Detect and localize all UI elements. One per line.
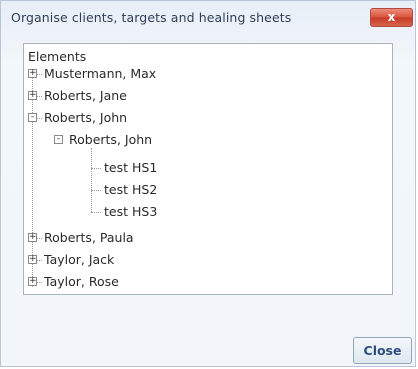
dialog-title: Organise clients, targets and healing sh…: [11, 10, 292, 25]
tree-item-test-hs3[interactable]: test HS3: [104, 204, 157, 220]
tree-connector: [91, 168, 101, 169]
close-button[interactable]: Close: [353, 337, 412, 364]
tree-item-roberts-paula[interactable]: Roberts, Paula: [44, 230, 134, 246]
tree-item-taylor-jack[interactable]: Taylor, Jack: [44, 252, 114, 268]
tree-item-roberts-jane[interactable]: Roberts, Jane: [44, 88, 127, 104]
tree-connector: [37, 282, 42, 283]
tree-connector: [91, 190, 101, 191]
tree-item-mustermann-max[interactable]: Mustermann, Max: [44, 66, 156, 82]
tree-connector: [91, 212, 101, 213]
tree-item-roberts-john[interactable]: Roberts, John: [44, 110, 127, 126]
organise-dialog: Organise clients, targets and healing sh…: [0, 0, 416, 367]
window-close-button[interactable]: x: [370, 8, 413, 27]
tree-item-taylor-rose[interactable]: Taylor, Rose: [44, 274, 119, 290]
expand-icon[interactable]: +: [28, 233, 37, 242]
tree-item-test-hs1[interactable]: test HS1: [104, 160, 157, 176]
close-icon: x: [387, 10, 396, 24]
tree-connector: [37, 238, 42, 239]
tree-item-test-hs2[interactable]: test HS2: [104, 182, 157, 198]
tree-connector: [37, 96, 42, 97]
expand-icon[interactable]: +: [28, 255, 37, 264]
expand-icon[interactable]: +: [28, 277, 37, 286]
collapse-icon[interactable]: -: [54, 135, 63, 144]
elements-tree[interactable]: Elements + Mustermann, Max + Roberts, Ja…: [23, 43, 393, 295]
tree-item-roberts-john-target[interactable]: Roberts, John: [69, 132, 152, 148]
tree-connector: [37, 74, 42, 75]
expand-icon[interactable]: +: [28, 69, 37, 78]
tree-connector: [91, 148, 92, 212]
tree-connector: [37, 118, 42, 119]
tree-connector: [37, 260, 42, 261]
collapse-icon[interactable]: -: [28, 113, 37, 122]
expand-icon[interactable]: +: [28, 91, 37, 100]
tree-root-label: Elements: [28, 49, 87, 64]
